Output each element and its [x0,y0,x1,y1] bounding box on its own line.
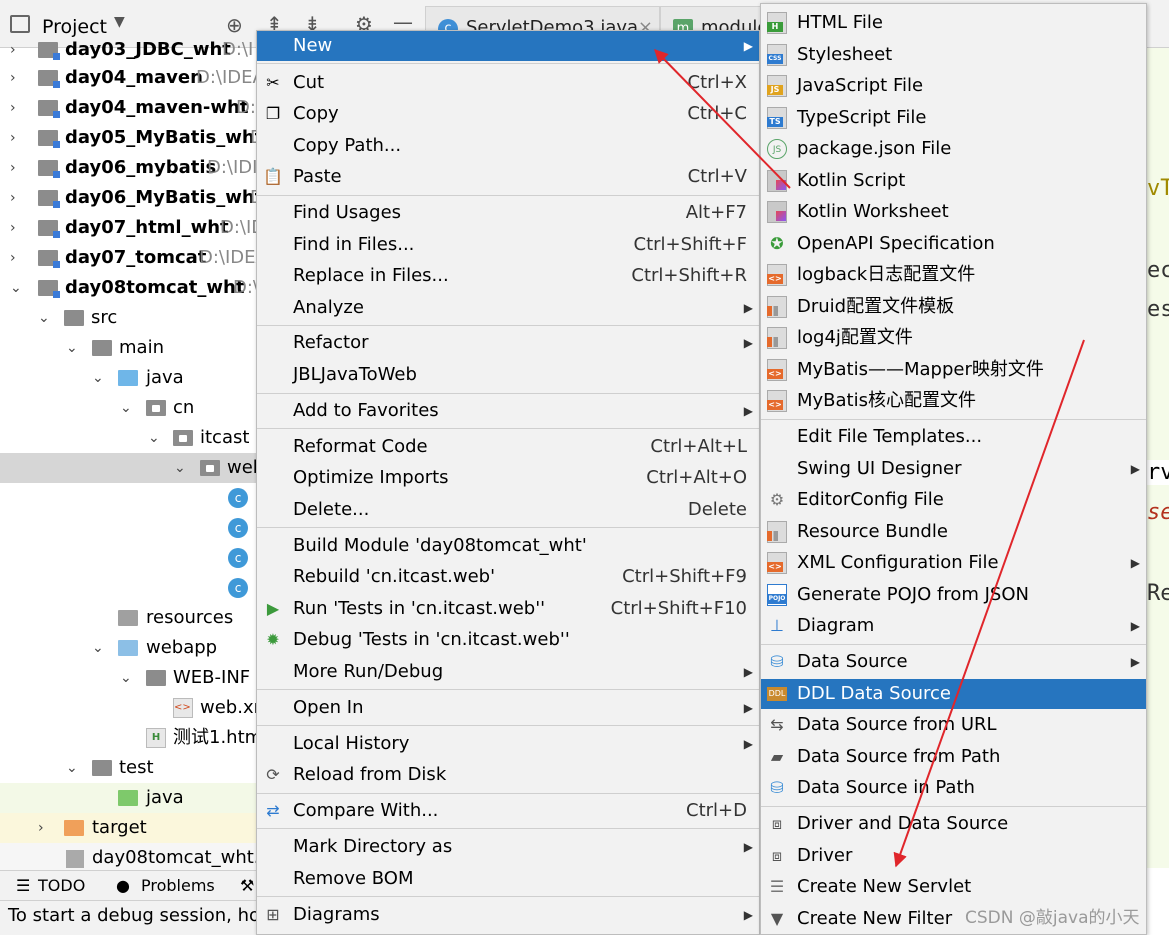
watermark: CSDN @敲java的小天 [965,908,1140,928]
annotation-arrow [893,339,1085,868]
annotation-arrows [654,48,1085,868]
annotation-arrow [654,48,791,189]
